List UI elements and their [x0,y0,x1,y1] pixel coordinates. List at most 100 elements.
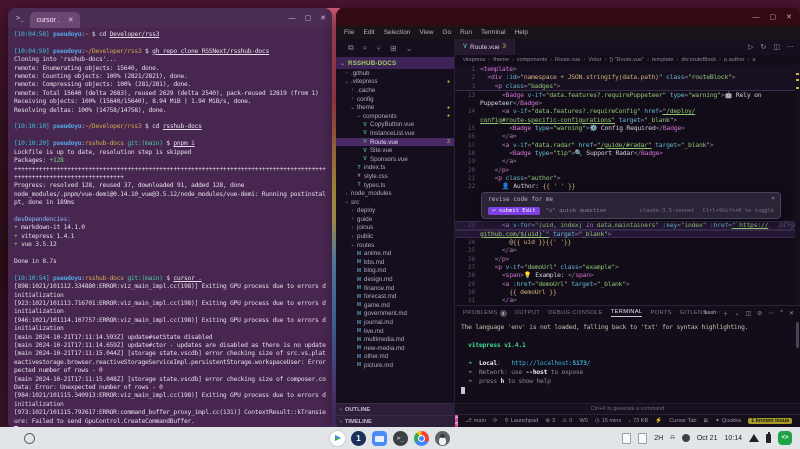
status-item-known-issue[interactable]: 1 known issue [748,418,792,424]
tree-item-live-md[interactable]: Mlive.md [336,327,454,336]
extensions-icon[interactable]: ⊞ [390,44,397,53]
maximize-icon[interactable]: ▢ [770,13,777,21]
status-item-grid[interactable]: ⊞ [703,418,708,424]
tree-item--cache[interactable]: ›.cache [336,86,454,95]
tree-item-index-ts[interactable]: Tindex.ts [336,164,454,173]
maximize-panel-icon[interactable]: ^ [780,310,783,316]
tree-item--github[interactable]: ›.github [336,69,454,78]
terminal-app-icon[interactable]: >_ [393,431,408,446]
tree-item-InstanceList-vue[interactable]: VInstanceList.vue [336,129,454,138]
open-changes-icon[interactable]: ◫ [773,43,780,51]
files-app-icon[interactable] [372,431,387,446]
terminal-output[interactable]: [10:04:58] pseudoyu:~ $ cd Developer/rss… [8,28,332,427]
new-terminal-icon[interactable]: ＋ [722,309,728,318]
tree-item-guide[interactable]: ›guide [336,215,454,224]
minimize-icon[interactable]: — [753,14,760,21]
window-preview-icon[interactable] [622,433,631,444]
tree-item-routes[interactable]: ⌄routes [336,241,454,250]
menu-item-view[interactable]: View [419,29,433,36]
tree-item-components[interactable]: ⌄components● [336,112,454,121]
status-item-quokka[interactable]: ✦Quokka [715,418,741,424]
split-terminal-icon[interactable]: ◫ [745,310,751,317]
search-icon[interactable]: ⌕ [363,43,367,53]
timeline-section[interactable]: › TIMELINE [336,415,454,427]
terminal-tab[interactable]: cursor . ✕ [30,12,79,28]
1password-icon[interactable]: 1 [351,431,366,446]
tree-item-game-md[interactable]: Mgame.md [336,301,454,310]
panel-tab-ports[interactable]: PORTS [650,310,671,316]
files-icon[interactable]: ⧉ [348,43,354,53]
tree-item--vitepress[interactable]: ⌄.vitepress● [336,78,454,87]
dev-mode-badge[interactable]: <> [778,431,792,445]
tree-item-theme[interactable]: ⌄theme● [336,103,454,112]
close-icon[interactable]: ✕ [320,14,326,22]
run-icon[interactable]: ▷ [748,43,753,51]
minimize-icon[interactable]: — [289,15,296,22]
inline-ai-widget[interactable]: revise code for me✕⏎ submit Edit"c" quic… [481,192,781,219]
status-item-network-down[interactable]: ↓73 KB [628,418,648,424]
tree-item-picture-md[interactable]: Mpicture.md [336,361,454,370]
breadcrumb-item[interactable]: Vetur [588,57,601,63]
ai-prompt-input[interactable]: revise code for me [488,196,774,203]
code-editor[interactable]: 1<template>2 <div :id="namespace + JSON.… [455,65,800,305]
status-item-w0[interactable]: W0 [579,418,587,424]
status-item-cursor-tab[interactable]: Cursor Tab [669,418,696,424]
close-icon[interactable]: ✕ [771,195,775,202]
vscode-frame-bar[interactable]: — ▢ ✕ [336,8,800,26]
status-item-warnings[interactable]: ⚠0 [562,418,572,424]
tree-item-new-media-md[interactable]: Mnew-media.md [336,344,454,353]
launcher-button[interactable] [24,433,35,444]
tree-item-design-md[interactable]: Mdesign.md [336,275,454,284]
tree-item-types-ts[interactable]: Ttypes.ts [336,181,454,190]
tree-item-bbs-md[interactable]: Mbbs.md [336,258,454,267]
status-item-wakatime[interactable]: ◷15 mins [595,418,621,424]
panel-tab-problems[interactable]: PROBLEMS3 [463,310,507,317]
tree-item-finance-md[interactable]: Mfinance.md [336,284,454,293]
menu-item-edit[interactable]: Edit [363,29,374,36]
breadcrumb-item[interactable]: div.routeBlock [681,57,716,63]
panel-tab-debug-console[interactable]: DEBUG CONSOLE [548,310,602,316]
shell-label[interactable]: bash [704,310,716,316]
panel-tab-terminal[interactable]: TERMINAL [611,309,643,317]
menu-item-run[interactable]: Run [460,29,472,36]
integrated-terminal[interactable]: The language 'env' is not loaded, fallin… [455,320,800,403]
tree-item-src[interactable]: ⌄src [336,198,454,207]
model-name[interactable]: claude-3.5-sonnet [639,208,694,214]
chevron-down-icon[interactable]: ⌄ [406,44,413,53]
menu-item-go[interactable]: Go [442,29,451,36]
kill-terminal-icon[interactable]: ⊘ [757,310,762,317]
status-item-launchpad[interactable]: ⚲Launchpad [505,418,539,424]
linux-penguin-icon[interactable] [435,431,450,446]
breadcrumb-item[interactable]: Route.vue [555,57,581,63]
tree-item-CopyButton-vue[interactable]: VCopyButton.vue [336,121,454,130]
breadcrumb[interactable]: vitepress›theme›components›Route.vue›Vet… [455,55,800,65]
maximize-icon[interactable]: ▢ [305,14,312,22]
launch-profile-icon[interactable]: ⌄ [734,310,739,317]
breadcrumb-item[interactable]: vitepress [463,57,485,63]
split-editor-icon[interactable]: ↻ [761,43,767,51]
tree-item-blog-md[interactable]: Mblog.md [336,267,454,276]
submit-edit-button[interactable]: ⏎ submit Edit [488,207,540,215]
tree-item-config[interactable]: ›config [336,95,454,104]
tree-item-style-css[interactable]: #style.css [336,172,454,181]
panel-tab-gitlens[interactable]: GITLENS [680,310,707,316]
tree-item-Site-vue[interactable]: VSite.vue [336,146,454,155]
more-icon[interactable]: ⋯ [768,310,774,317]
outline-section[interactable]: › OUTLINE [336,403,454,415]
breadcrumb-item[interactable]: components [517,57,547,63]
play-store-icon[interactable] [330,431,345,446]
tree-item-node_modules[interactable]: ›node_modules [336,189,454,198]
close-panel-icon[interactable]: ✕ [789,310,794,317]
menu-item-selection[interactable]: Selection [384,29,411,36]
tree-item-forecast-md[interactable]: Mforecast.md [336,292,454,301]
breadcrumb-item[interactable]: theme [493,57,509,63]
tab-route-vue[interactable]: V Route.vue 3 [455,39,515,55]
scrollbar[interactable] [796,322,799,348]
tree-item-joinus[interactable]: ›joinus [336,224,454,233]
tree-item-public[interactable]: ›public [336,232,454,241]
breadcrumb-item[interactable]: template [652,57,673,63]
breadcrumb-item[interactable]: p.author [724,57,745,63]
breadcrumb-item[interactable]: a [752,57,755,63]
tree-item-Sponsors-vue[interactable]: VSponsors.vue [336,155,454,164]
tree-item-anime-md[interactable]: Manime.md [336,249,454,258]
